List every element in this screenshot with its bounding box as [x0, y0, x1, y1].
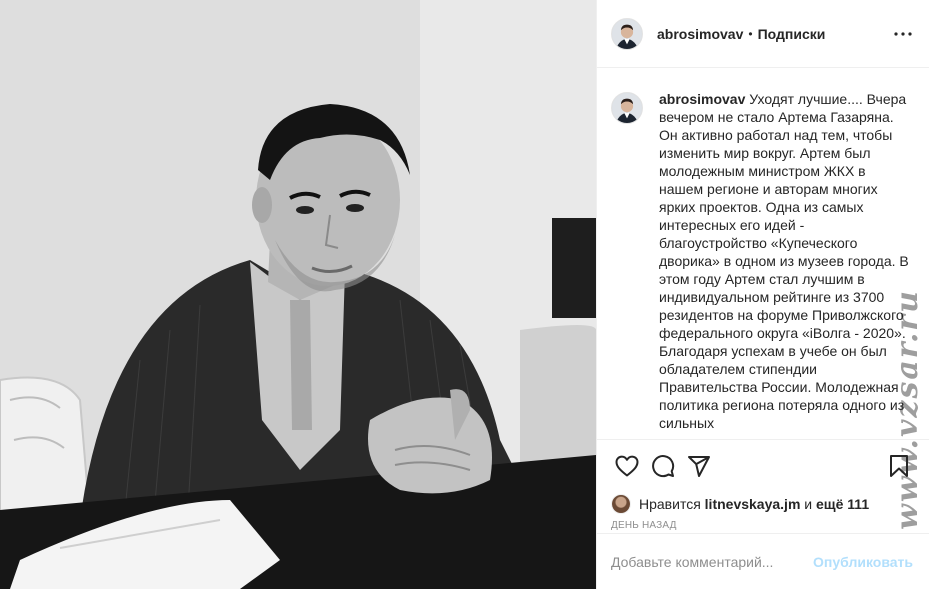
caption-avatar[interactable]: [611, 92, 643, 124]
post-photo[interactable]: [0, 0, 596, 589]
avatar-image: [612, 93, 642, 123]
instagram-post: abrosimovav • Подписки abrosimovav Уходя…: [0, 0, 929, 589]
header-username[interactable]: abrosimovav: [657, 26, 743, 42]
likes-count[interactable]: ещё 111: [816, 496, 869, 512]
caption-text: abrosimovav Уходят лучшие.... Вчера вече…: [659, 90, 911, 432]
liker-username[interactable]: litnevskaya.jm: [705, 496, 801, 512]
caption-body: Уходят лучшие.... Вчера вечером не стало…: [659, 91, 909, 431]
liker-avatar[interactable]: [611, 494, 631, 514]
save-button[interactable]: [881, 448, 917, 484]
more-options-button[interactable]: [893, 24, 913, 44]
like-button[interactable]: [609, 448, 645, 484]
add-comment-form: Опубликовать: [597, 533, 929, 589]
likes-prefix: Нравится: [639, 496, 701, 512]
comments-section[interactable]: abrosimovav Уходят лучшие.... Вчера вече…: [597, 68, 929, 440]
following-button[interactable]: Подписки: [758, 26, 826, 42]
action-bar: [597, 440, 929, 492]
comment-input[interactable]: [611, 553, 814, 570]
bookmark-icon: [890, 455, 908, 477]
caption: abrosimovav Уходят лучшие.... Вчера вече…: [611, 90, 913, 432]
post-photo-image: [0, 0, 596, 589]
likes-row: Нравится litnevskaya.jm и ещё 111: [597, 492, 929, 516]
avatar[interactable]: [611, 17, 643, 50]
comment-icon: [652, 455, 675, 478]
heart-icon: [615, 455, 639, 477]
publish-button[interactable]: Опубликовать: [813, 554, 913, 570]
header-separator: •: [748, 26, 753, 41]
post-header: abrosimovav • Подписки: [597, 0, 929, 68]
more-horizontal-icon: [894, 31, 912, 36]
avatar-image: [612, 18, 642, 49]
share-icon: [688, 456, 710, 477]
comment-button[interactable]: [645, 448, 681, 484]
likes-and: и: [804, 496, 813, 512]
caption-username[interactable]: abrosimovav: [659, 91, 745, 107]
post-sidebar: abrosimovav • Подписки abrosimovav Уходя…: [596, 0, 929, 589]
share-button[interactable]: [681, 448, 717, 484]
